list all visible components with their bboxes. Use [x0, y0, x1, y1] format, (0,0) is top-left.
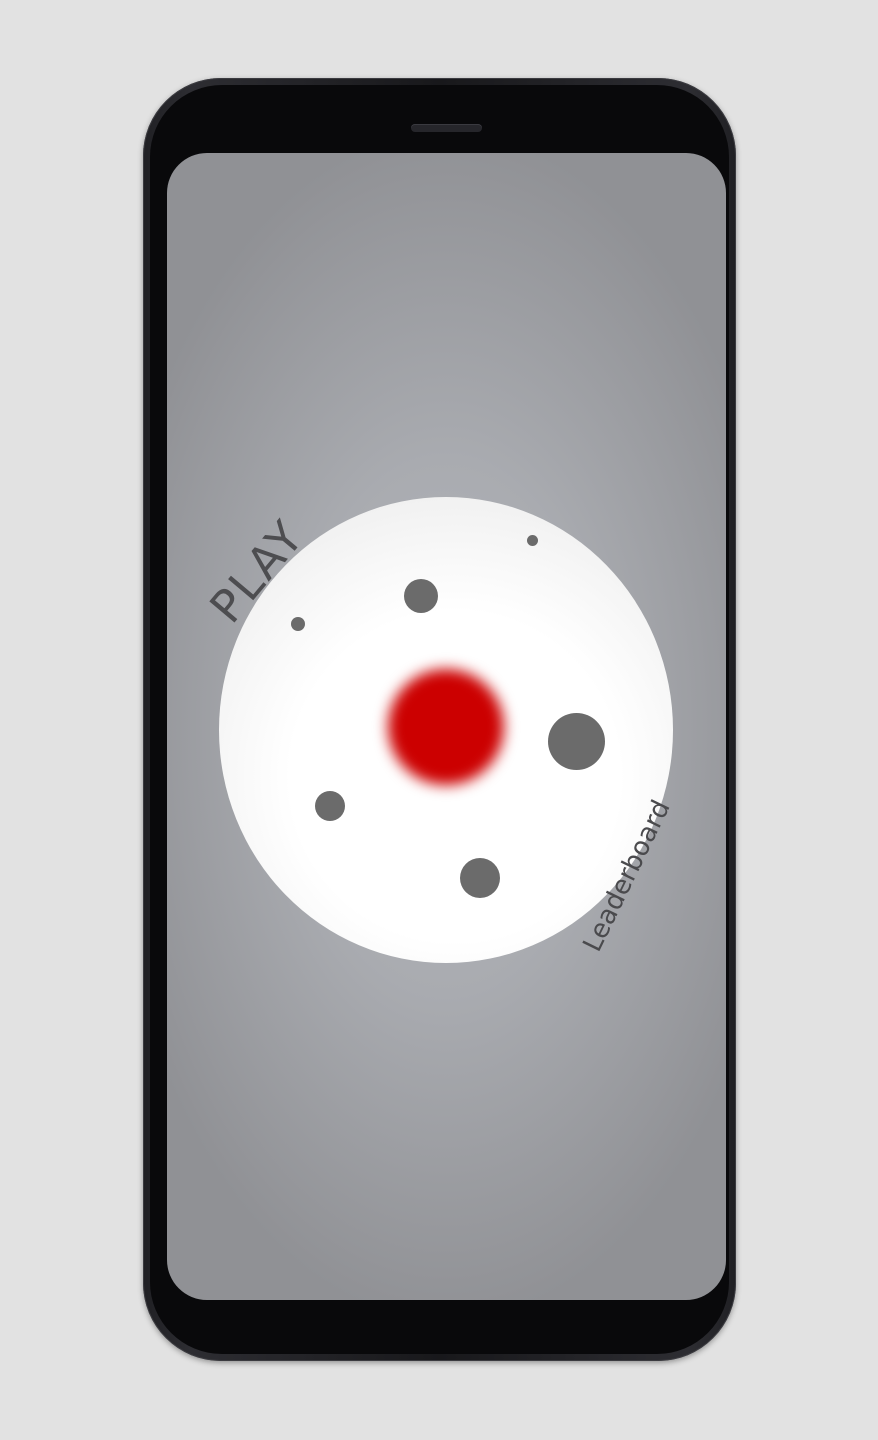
phone-bezel: PLAY Leaderboard — [150, 85, 729, 1354]
grey-orb-icon — [404, 579, 438, 613]
grey-orb-icon — [291, 617, 305, 631]
grey-orb-icon — [315, 791, 345, 821]
earpiece-speaker — [411, 124, 482, 132]
red-core-orb-icon[interactable] — [388, 669, 504, 785]
grey-orb-icon — [527, 535, 538, 546]
phone-frame: PLAY Leaderboard — [143, 78, 736, 1361]
grey-orb-icon — [460, 858, 500, 898]
grey-orb-icon — [548, 713, 605, 770]
game-screen: PLAY Leaderboard — [167, 153, 726, 1300]
